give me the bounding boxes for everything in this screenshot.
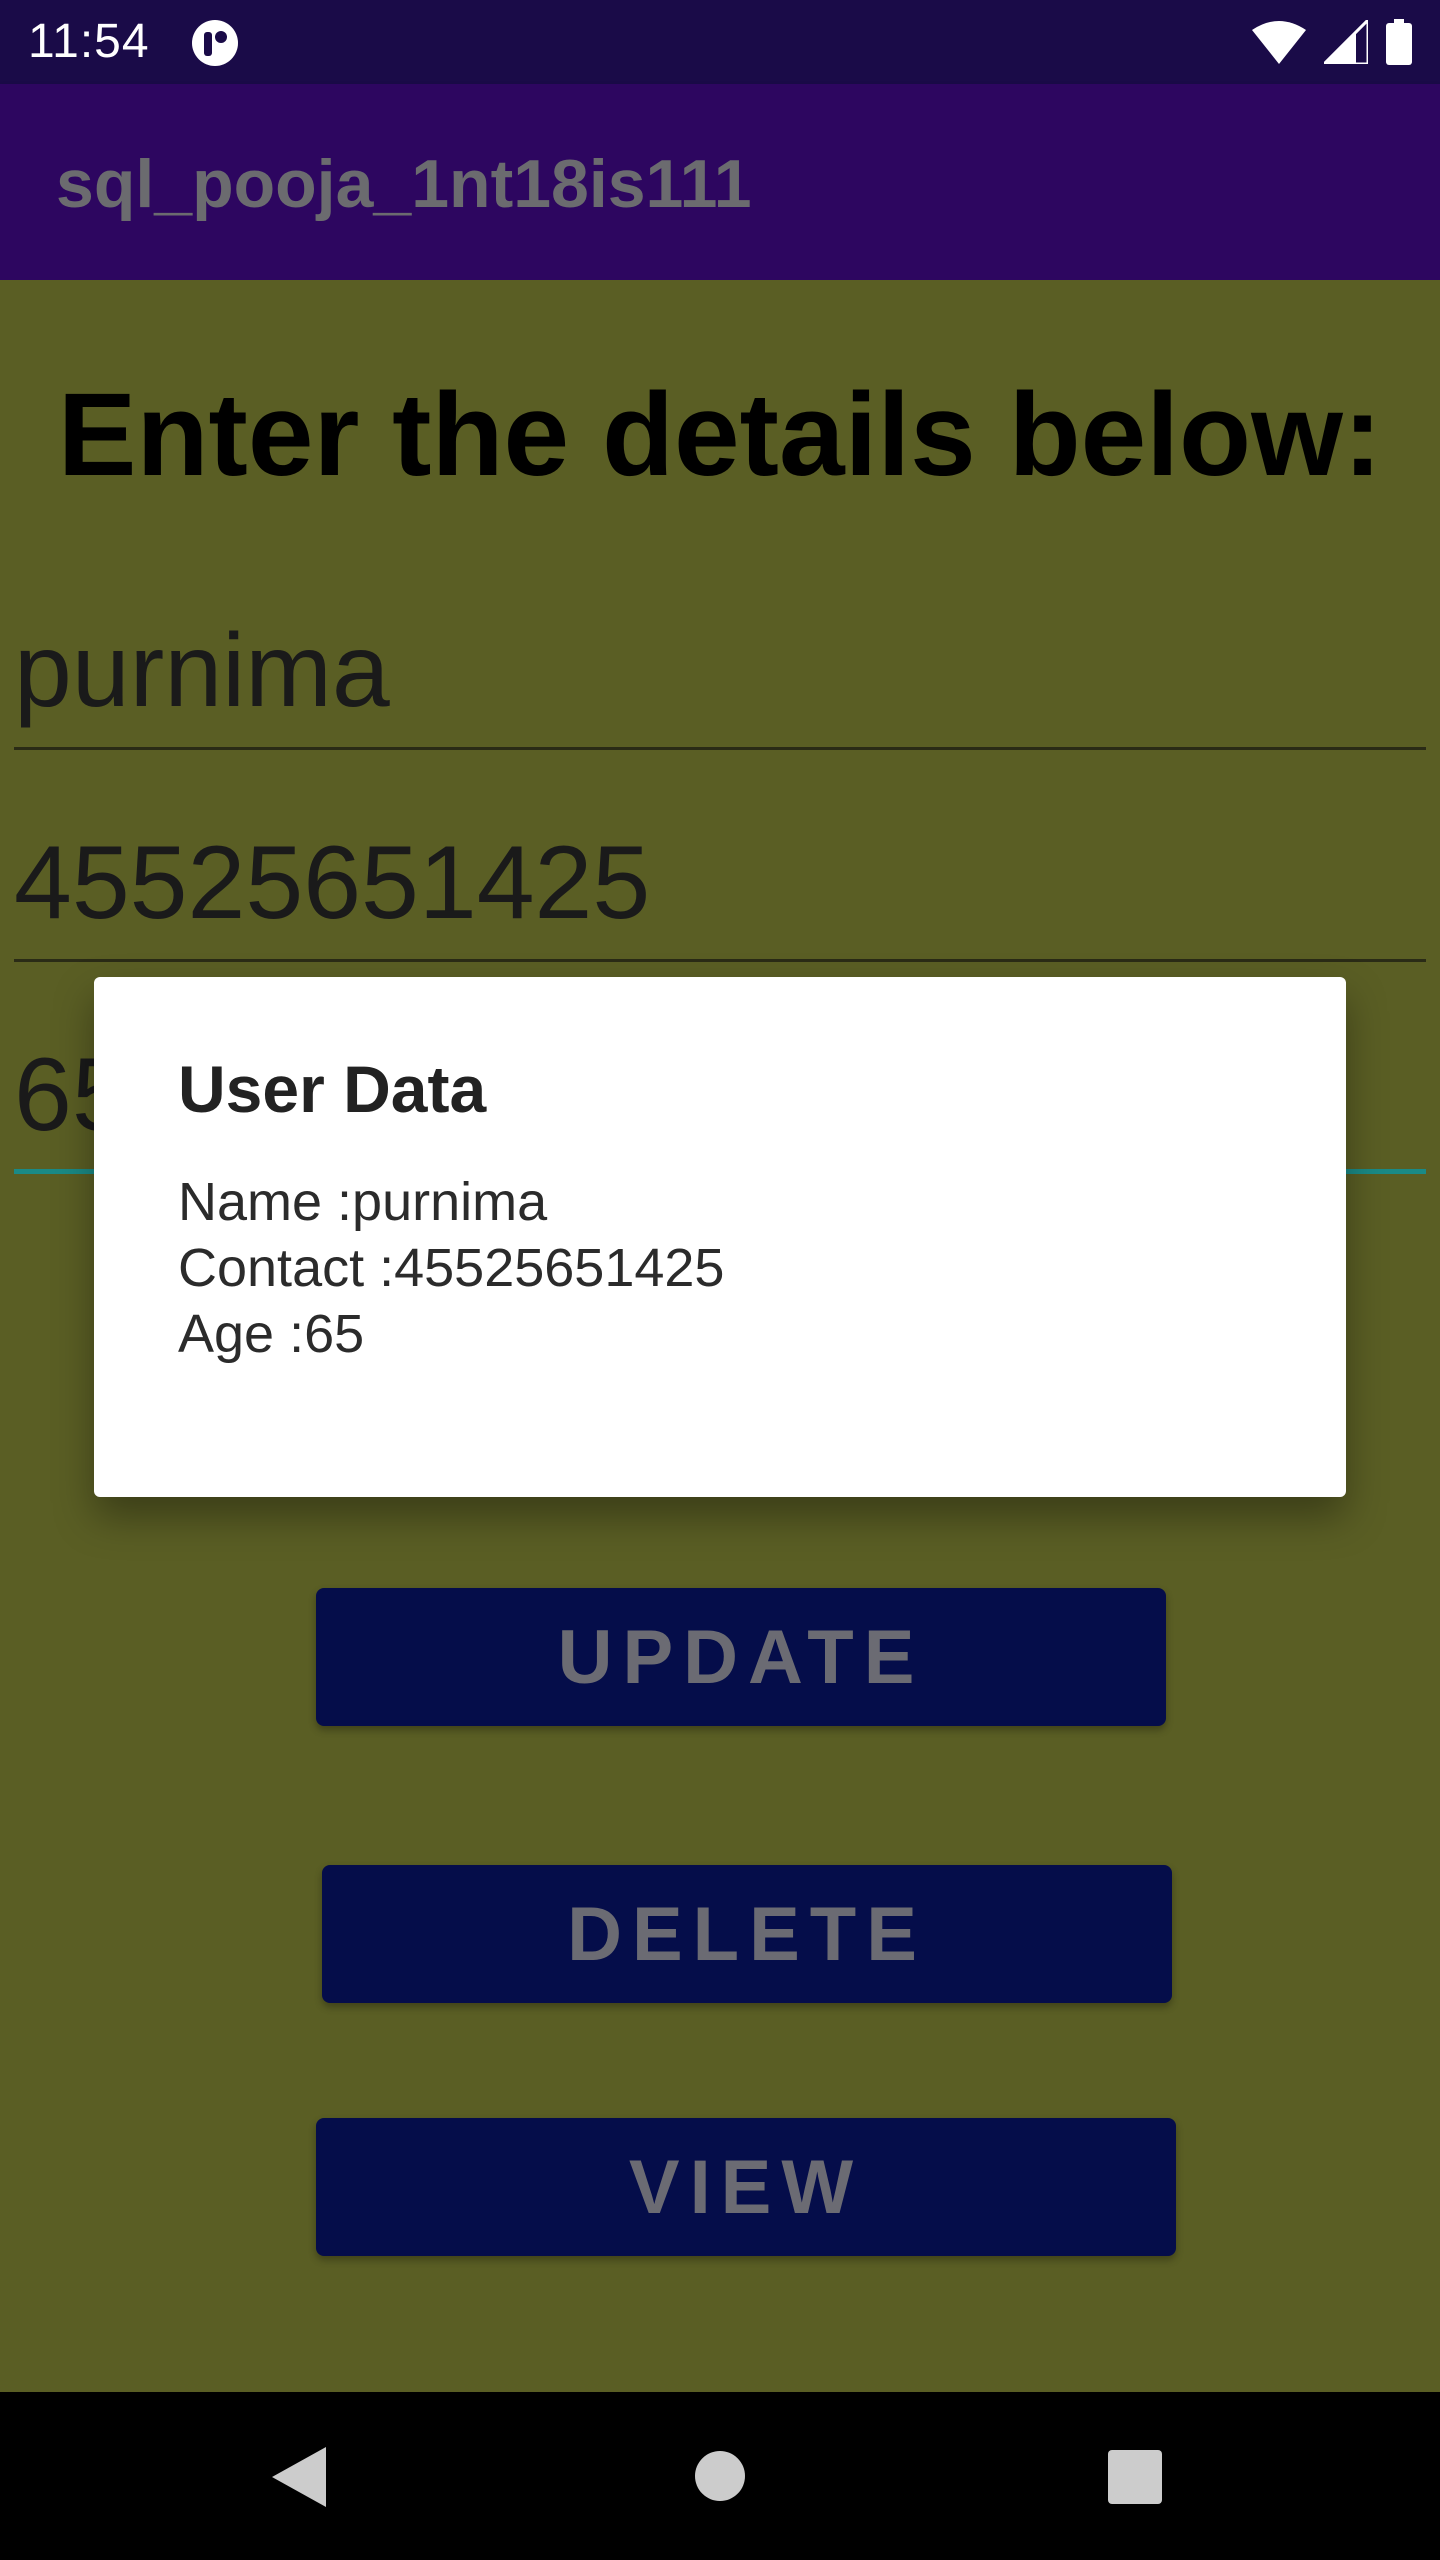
back-icon[interactable]	[272, 2447, 326, 2507]
navigation-bar	[0, 2392, 1440, 2560]
user-data-dialog: User Data Name :purnima Contact :4552565…	[94, 977, 1346, 1497]
home-icon[interactable]	[694, 2450, 746, 2502]
dialog-message: Name :purnima Contact :45525651425 Age :…	[178, 1169, 724, 1367]
dialog-line-name: Name :purnima	[178, 1172, 548, 1232]
dialog-title: User Data	[178, 1052, 487, 1126]
dialog-line-contact: Contact :45525651425	[178, 1238, 725, 1298]
recents-icon[interactable]	[1108, 2450, 1162, 2504]
dialog-line-age: Age :65	[178, 1304, 365, 1364]
